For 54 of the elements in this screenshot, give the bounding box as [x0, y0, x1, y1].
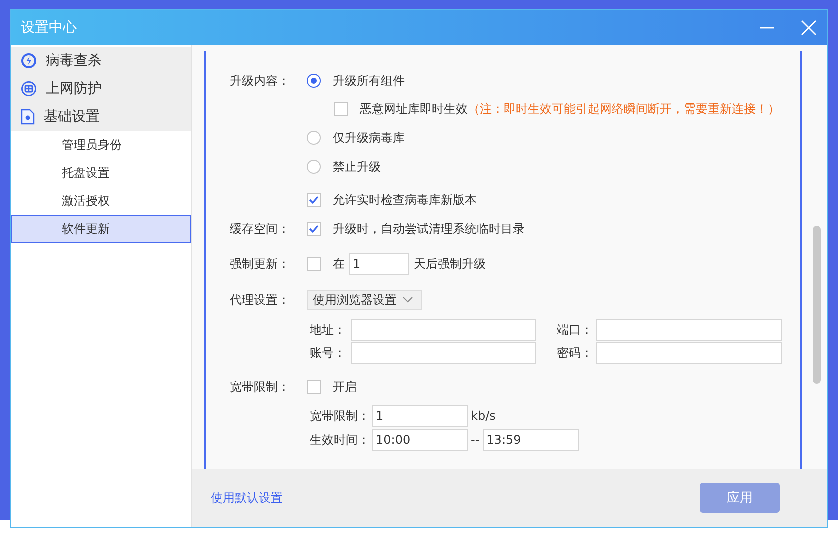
option-label: 天后强制升级 — [414, 256, 486, 272]
bandwidth-field[interactable]: 1 — [372, 405, 468, 427]
checkbox[interactable] — [307, 193, 321, 207]
end-time-field[interactable]: 13:59 — [482, 429, 579, 451]
option-label: 禁止升级 — [333, 158, 381, 176]
default-settings-link[interactable]: 使用默认设置 — [211, 490, 283, 506]
window-title: 设置中心 — [21, 18, 78, 36]
field-label: 地址： — [310, 322, 347, 338]
sidebar-item-label: 上网防护 — [46, 80, 102, 98]
sidebar-item-label: 病毒查杀 — [46, 52, 102, 70]
option-label: 允许实时检查病毒库新版本 — [333, 192, 477, 208]
setting-label: 缓存空间： — [230, 220, 291, 238]
checkbox[interactable] — [334, 102, 348, 116]
warning-note: （注：即时生效可能引起网络瞬间断开，需要重新连接！） — [468, 100, 780, 118]
sidebar-subitem[interactable]: 软件更新 — [11, 215, 191, 243]
start-time-field[interactable]: 10:00 — [372, 429, 468, 451]
lightning-icon — [21, 53, 37, 69]
field-label: 宽带限制： — [310, 408, 371, 424]
grid-icon — [21, 81, 37, 97]
separator: -- — [471, 433, 480, 447]
text-field[interactable] — [596, 342, 782, 364]
field-label: 生效时间： — [310, 432, 371, 448]
proxy-dropdown[interactable]: 使用浏览器设置 — [307, 290, 422, 310]
scrollbar-thumb[interactable] — [813, 226, 821, 384]
setting-label: 升级内容： — [230, 72, 291, 90]
setting-label: 强制更新： — [230, 256, 291, 272]
field-label: 账号： — [310, 344, 347, 362]
field-label: 端口： — [557, 322, 594, 338]
sidebar-item-label: 基础设置 — [44, 108, 100, 126]
option-label: 在 — [333, 256, 345, 272]
text-field[interactable] — [351, 319, 536, 341]
option-label: 仅升级病毒库 — [333, 130, 405, 146]
sidebar-item[interactable]: 上网防护 — [11, 75, 191, 103]
text-field[interactable] — [596, 319, 782, 341]
checkbox[interactable] — [307, 222, 321, 236]
option-label: 升级所有组件 — [333, 72, 405, 90]
setting-label: 宽带限制： — [230, 378, 291, 396]
setting-label: 代理设置： — [230, 292, 291, 308]
sidebar-item[interactable]: 基础设置 — [11, 103, 191, 131]
radio-button[interactable] — [307, 160, 321, 174]
unit-label: kb/s — [471, 409, 496, 423]
days-field[interactable]: 1 — [349, 253, 409, 275]
checkbox[interactable] — [307, 380, 321, 394]
checkbox[interactable] — [307, 257, 321, 271]
radio-button[interactable] — [307, 74, 321, 88]
sidebar-item[interactable]: 病毒查杀 — [11, 47, 191, 75]
radio-button[interactable] — [307, 131, 321, 145]
option-label: 开启 — [333, 378, 357, 396]
option-label: 升级时，自动尝试清理系统临时目录 — [333, 220, 525, 238]
field-label: 密码： — [557, 344, 594, 362]
close-icon[interactable] — [801, 20, 817, 36]
chevron-down-icon — [403, 297, 413, 303]
option-label: 恶意网址库即时生效 — [360, 100, 468, 118]
text-field[interactable] — [351, 342, 536, 364]
